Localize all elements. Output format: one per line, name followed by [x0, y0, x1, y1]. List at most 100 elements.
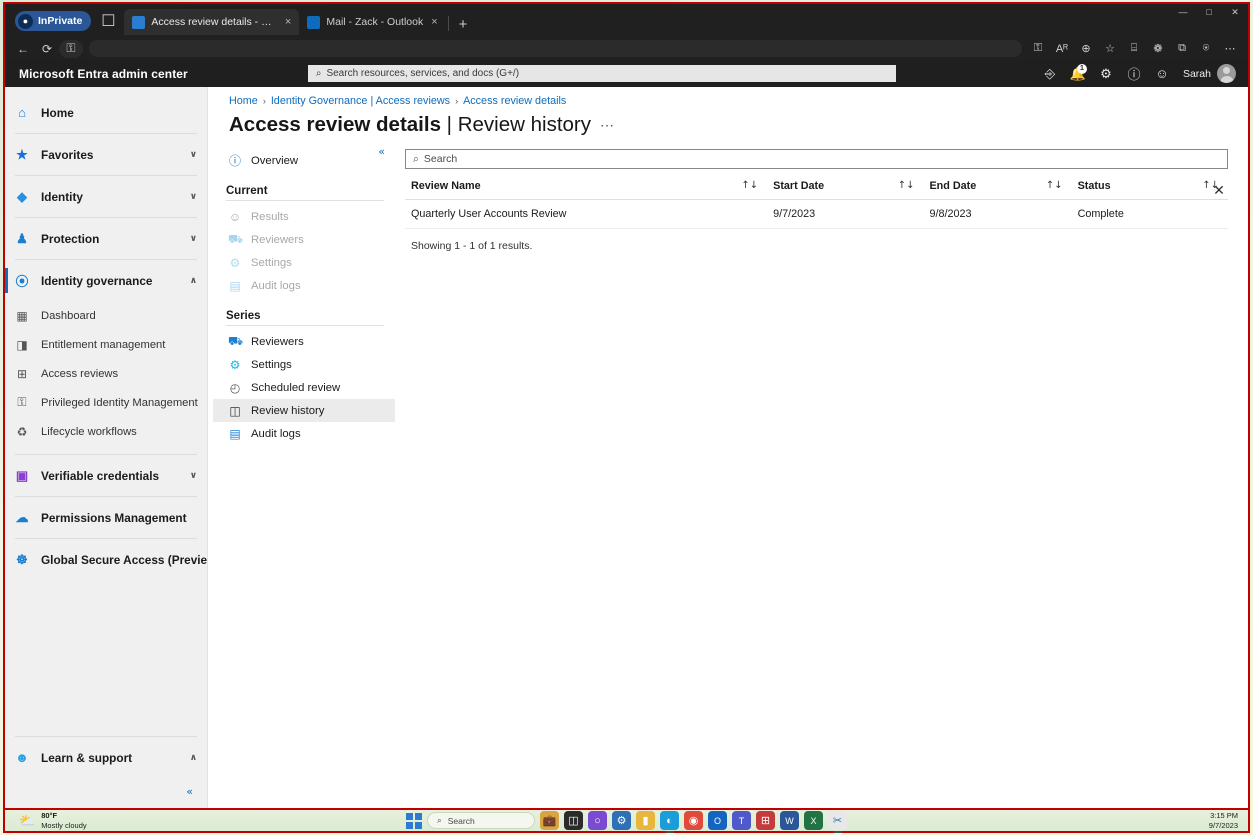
folder-icon[interactable]: ▮	[636, 811, 655, 830]
blade-menu-item-current-reviewers[interactable]: ⛟ Reviewers	[213, 228, 395, 251]
blade-menu-item-series-reviewers[interactable]: ⛟ Reviewers	[213, 330, 395, 353]
breadcrumb-item-home[interactable]: Home	[229, 95, 258, 107]
blade-menu-item-results[interactable]: ☺ Results	[213, 205, 395, 228]
feedback-icon[interactable]: ☺	[1149, 62, 1175, 86]
tab-overview-icon[interactable]: ☐	[97, 10, 119, 32]
column-header-start-date[interactable]: Start Date ↑↓	[767, 173, 923, 200]
breadcrumb-item-access-review-details[interactable]: Access review details	[463, 95, 566, 107]
refresh-icon[interactable]: ⟳	[35, 39, 59, 58]
chevron-up-icon[interactable]: ∧	[190, 753, 197, 763]
read-aloud-icon[interactable]: Aᴿ	[1050, 39, 1074, 58]
sidebar-item-privileged-identity-management[interactable]: ⚿ Privileged Identity Management	[5, 388, 207, 417]
global-search-input[interactable]: ⌕ Search resources, services, and docs (…	[308, 65, 896, 82]
blade-menu-item-current-audit-logs[interactable]: ▤ Audit logs	[213, 274, 395, 297]
chevron-down-icon[interactable]: ∨	[190, 192, 197, 202]
column-header-review-name[interactable]: Review Name ↑↓	[405, 173, 767, 200]
blade-menu-item-scheduled-review[interactable]: ◴ Scheduled review	[213, 376, 395, 399]
split-screen-icon[interactable]: ⌸	[1122, 39, 1146, 58]
shopping-icon[interactable]: ⚿	[1026, 39, 1050, 58]
chrome-icon[interactable]: ◉	[684, 811, 703, 830]
edge-icon[interactable]: ◐	[660, 811, 679, 830]
back-icon[interactable]: ←	[11, 39, 35, 58]
outlook-icon[interactable]: O	[708, 811, 727, 830]
taskview-icon[interactable]: 💼	[540, 811, 559, 830]
sidebar-item-access-reviews[interactable]: ⊞ Access reviews	[5, 359, 207, 388]
sidebar-item-protection[interactable]: ♟ Protection ∨	[5, 218, 207, 259]
teams-icon[interactable]: T	[732, 811, 751, 830]
sidebar-item-entitlement-management[interactable]: ◨ Entitlement management	[5, 330, 207, 359]
blade-menu-item-series-audit-logs[interactable]: ▤ Audit logs	[213, 422, 395, 445]
sort-icon[interactable]: ↑↓	[1046, 180, 1072, 191]
blade-menu-item-current-settings[interactable]: ⚙ Settings	[213, 251, 395, 274]
column-header-end-date[interactable]: End Date ↑↓	[923, 173, 1071, 200]
chevron-down-icon[interactable]: ∨	[190, 150, 197, 160]
excel-icon[interactable]: X	[804, 811, 823, 830]
table-row[interactable]: Quarterly User Accounts Review 9/7/2023 …	[405, 200, 1228, 229]
browser-tab-outlook[interactable]: Mail - Zack - Outlook ×	[299, 9, 445, 35]
sidebar-item-identity-governance[interactable]: ⦿ Identity governance ∧	[5, 260, 207, 301]
chevron-down-icon[interactable]: ∨	[190, 471, 197, 481]
more-settings-icon[interactable]: ⋯	[1218, 39, 1242, 58]
sidebar-item-permissions-management[interactable]: ☁ Permissions Management	[5, 497, 207, 538]
dashboard-icon: ▦	[13, 309, 31, 323]
tab-close-icon[interactable]: ×	[429, 16, 439, 28]
search-input[interactable]: ⌕ Search	[405, 149, 1228, 169]
weather-widget[interactable]: ⛅ 80°F Mostly cloudy	[19, 811, 87, 830]
sidebar-item-verifiable-credentials[interactable]: ▣ Verifiable credentials ∨	[5, 455, 207, 496]
zoom-icon[interactable]: ⊕	[1074, 39, 1098, 58]
settings-icon[interactable]: ⚙	[612, 811, 631, 830]
global-navigation: ⌂ Home ★ Favorites ∨ ◆ Identity	[5, 87, 208, 808]
sidebar-item-identity[interactable]: ◆ Identity ∨	[5, 176, 207, 217]
sidebar-item-home[interactable]: ⌂ Home	[5, 92, 207, 133]
address-bar[interactable]	[89, 40, 1022, 57]
blade-menu-item-overview[interactable]: ⓘ Overview	[213, 149, 395, 172]
window-close-button[interactable]: ✕	[1222, 4, 1248, 20]
address-bar-group[interactable]: ⚿	[59, 40, 83, 58]
sidebar-item-favorites[interactable]: ★ Favorites ∨	[5, 134, 207, 175]
minimize-button[interactable]: —	[1170, 4, 1196, 20]
blade-menu-label: Reviewers	[251, 234, 304, 246]
cloud-shell-icon[interactable]: ⎆	[1037, 62, 1063, 86]
chevron-down-icon[interactable]: ∨	[190, 234, 197, 244]
word-icon[interactable]: W	[780, 811, 799, 830]
favorite-star-icon[interactable]: ☆	[1098, 39, 1122, 58]
copilot-icon[interactable]: ⍟	[1194, 39, 1218, 58]
blade-menu-item-review-history[interactable]: ◫ Review history	[213, 399, 395, 422]
system-clock[interactable]: 3:15 PM 9/7/2023	[1209, 811, 1242, 831]
chat-icon[interactable]: ○	[588, 811, 607, 830]
sort-icon[interactable]: ↑↓	[898, 180, 924, 191]
blade-menu-group-series: Series	[213, 297, 395, 325]
store-icon[interactable]: ⊞	[756, 811, 775, 830]
maximize-button[interactable]: □	[1196, 4, 1222, 20]
help-icon[interactable]: ⓘ	[1121, 62, 1147, 86]
portal-header-actions: ⎆ 🔔 1 ⚙ ⓘ ☺ Sarah	[1037, 62, 1240, 86]
close-blade-button[interactable]: ✕	[1204, 175, 1234, 205]
sidebar-item-lifecycle-workflows[interactable]: ♻ Lifecycle workflows	[5, 417, 207, 446]
start-button-icon[interactable]	[406, 813, 422, 829]
tab-close-icon[interactable]: ×	[283, 16, 293, 28]
portal-brand[interactable]: Microsoft Entra admin center	[19, 67, 188, 81]
breadcrumb-item-identity-governance[interactable]: Identity Governance | Access reviews	[271, 95, 450, 107]
more-actions-button[interactable]: ⋯	[600, 117, 615, 134]
sidebar-item-dashboard[interactable]: ▦ Dashboard	[5, 301, 207, 330]
tab-favicon-outlook-icon	[307, 16, 320, 29]
collapse-blade-menu-button[interactable]: «	[378, 145, 385, 158]
notifications-icon[interactable]: 🔔 1	[1065, 62, 1091, 86]
user-menu[interactable]: Sarah	[1177, 64, 1240, 83]
browser-tab-access-review[interactable]: Access review details - Microsoft ×	[124, 9, 299, 35]
file-explorer-dark-icon[interactable]: ◫	[564, 811, 583, 830]
inprivate-indicator[interactable]: ● InPrivate	[15, 11, 91, 31]
sidebar-item-global-secure-access[interactable]: ☸ Global Secure Access (Preview) ∨	[5, 539, 207, 580]
browser-essentials-icon[interactable]: ⧉	[1170, 39, 1194, 58]
snip-tool-icon[interactable]: ✂	[828, 811, 847, 830]
taskbar-search-input[interactable]: ⌕ Search	[427, 812, 535, 829]
new-tab-button[interactable]: +	[451, 16, 476, 37]
chevron-up-icon[interactable]: ∧	[190, 276, 197, 286]
collections-icon[interactable]: ❁	[1146, 39, 1170, 58]
sort-icon[interactable]: ↑↓	[741, 180, 767, 191]
column-label: Status	[1078, 180, 1111, 192]
sidebar-item-learn-and-support[interactable]: ☻ Learn & support ∧	[5, 737, 207, 778]
collapse-sidebar-button[interactable]: «	[5, 778, 207, 804]
blade-menu-item-series-settings[interactable]: ⚙ Settings	[213, 353, 395, 376]
settings-gear-icon[interactable]: ⚙	[1093, 62, 1119, 86]
